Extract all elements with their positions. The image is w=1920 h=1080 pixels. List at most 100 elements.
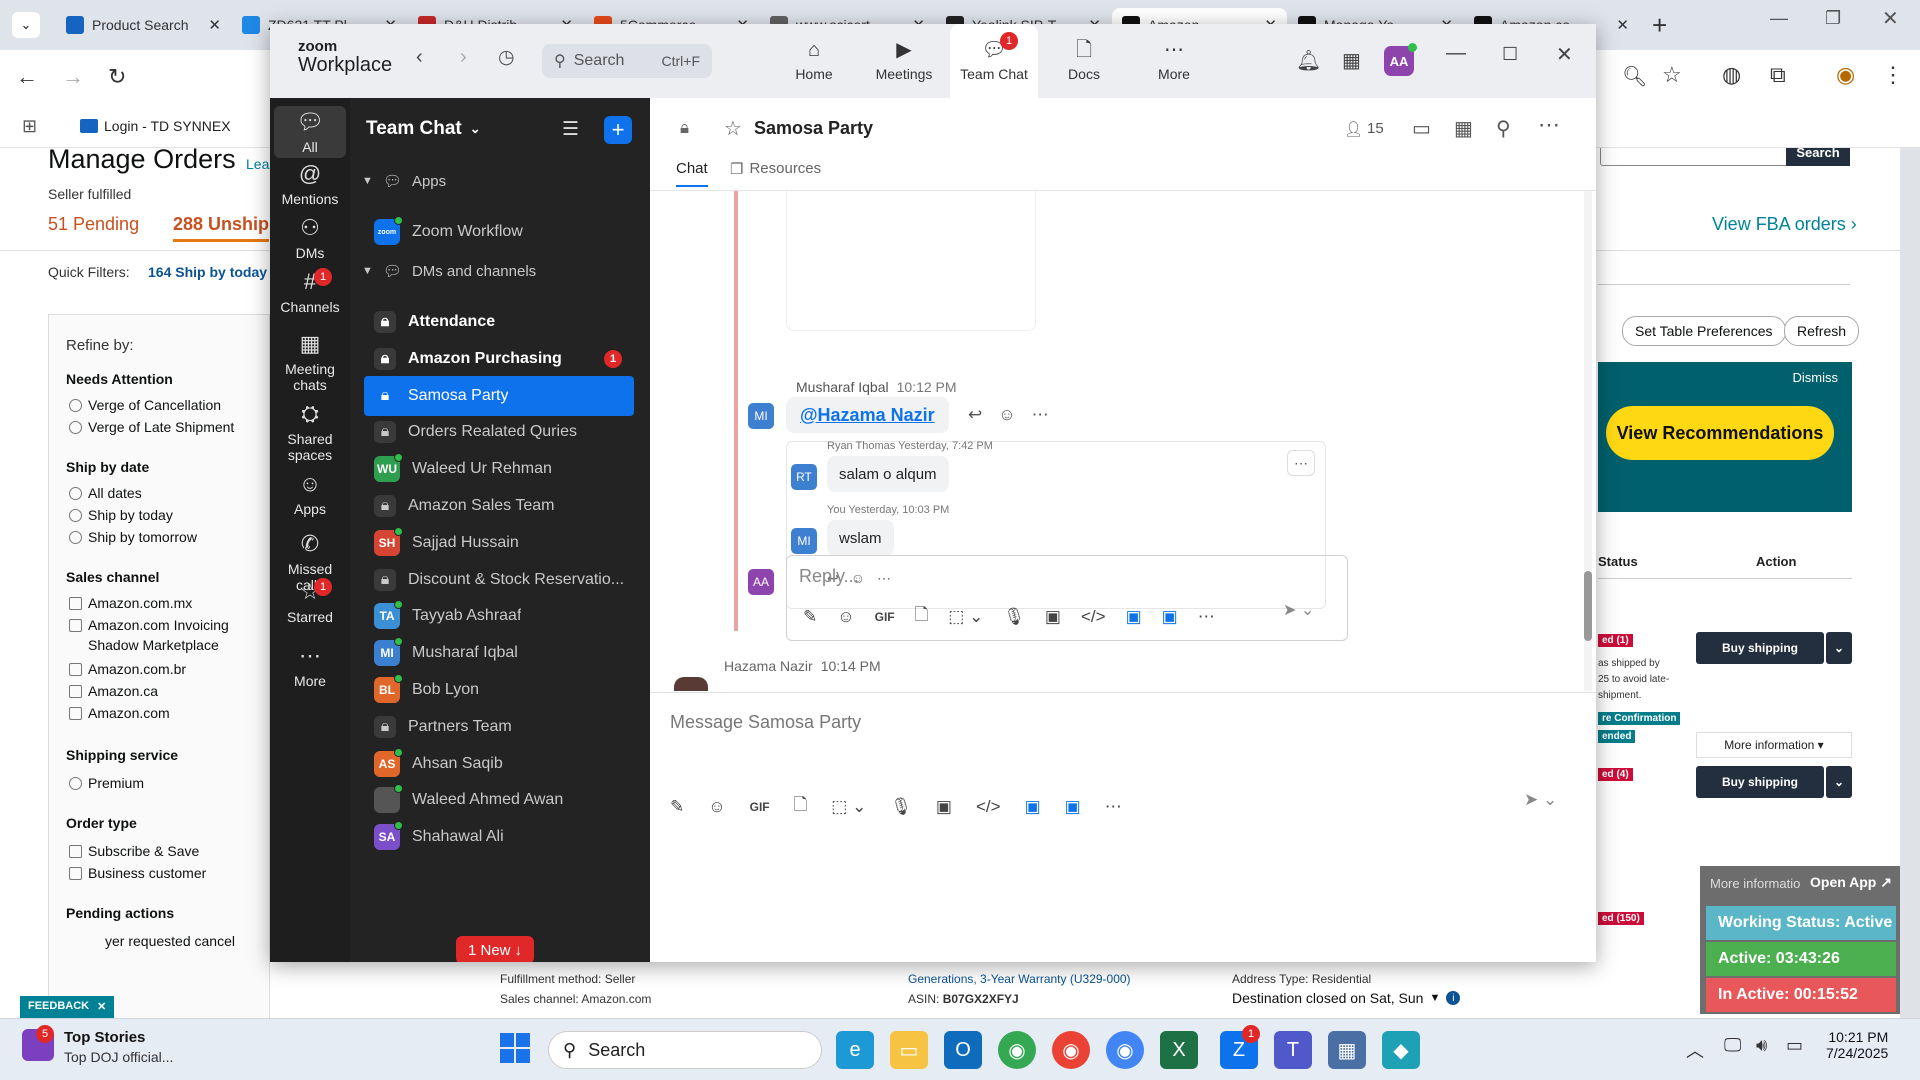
quick-filter-ship-today[interactable]: 164 Ship by today [148,264,267,280]
zoom-lens-icon[interactable]: 🔍︎ [1622,64,1647,89]
app-icon[interactable]: ▣ [1065,797,1081,817]
bookmark-td-synnex[interactable]: Login - TD SYNNEX [80,118,231,134]
emoji-icon[interactable]: ☺ [708,797,725,817]
tab-team-chat[interactable]: 💬︎ Team Chat 1 [950,24,1038,98]
search-icon[interactable]: ⚲ [1496,116,1511,141]
checkbox-amazon-com[interactable]: Amazon.com [69,705,170,721]
rail-item-meeting-chats[interactable]: ▦ Meeting chats [270,332,350,394]
forward-icon[interactable]: › [460,46,467,69]
tab-list-button[interactable]: ⌄ [12,12,40,38]
rail-item-shared-spaces[interactable]: ⛭ Shared spaces [270,402,350,464]
app-icon[interactable]: ▣ [1162,607,1178,627]
checkbox-amazon-invoicing[interactable]: Amazon.com Invoicing Shadow Marketplace [69,615,265,655]
tab-meetings[interactable]: ▶ Meetings [860,24,948,98]
new-chat-button[interactable]: + [604,116,632,144]
reply-input[interactable]: Reply... [799,566,859,587]
close-window-icon[interactable]: ✕ [1882,6,1899,31]
tab-chat[interactable]: Chat [676,160,708,187]
add-reaction-icon[interactable]: ☺ [998,405,1015,425]
mic-icon[interactable]: 🎙︎ [1003,607,1025,627]
unshipped-tab[interactable]: 288 Unship [173,214,270,242]
news-subtitle[interactable]: Top DOJ official... [64,1049,173,1065]
battery-icon[interactable]: ▭ [1786,1035,1803,1056]
more-information-button[interactable]: More information ▾ [1696,732,1852,758]
checkbox-buyer-requested-cancel[interactable]: yer requested cancel [105,933,235,949]
back-icon[interactable]: ← [16,64,38,90]
reply-icon[interactable]: ↩ [968,405,982,425]
rail-item-more[interactable]: ⋯ More [270,644,350,690]
news-title[interactable]: Top Stories [64,1029,145,1046]
bell-icon[interactable]: 🔔︎ [1296,48,1321,73]
reply-box[interactable]: Reply... ✎ ☺ GIF 🗋︎ ⬚ ⌄ 🎙︎ ▣ </> ▣ ▣ ⋯ ➤… [786,555,1348,641]
chevron-down-icon[interactable]: ⌄ [1826,766,1852,798]
mic-icon[interactable]: 🎙︎ [890,797,912,817]
code-icon[interactable]: </> [976,797,1001,817]
channel-item[interactable]: 🔒︎ Amazon Sales Team [364,486,634,526]
excel-icon[interactable]: X [1160,1031,1198,1069]
channel-item[interactable]: 🔒︎ Partners Team [364,707,634,747]
more-icon[interactable]: ⋯ [1538,112,1560,138]
radio-ship-tomorrow[interactable]: Ship by tomorrow [69,529,197,545]
tab-resources[interactable]: ❐ Resources [730,160,821,178]
rail-item-channels[interactable]: # Channels 1 [270,268,350,315]
channel-item[interactable]: 🔒︎ Discount & Stock Reservatio... [364,560,634,600]
network-icon[interactable]: 🖵︎ [1724,1035,1741,1056]
start-icon[interactable] [500,1033,530,1063]
radio-premium[interactable]: Premium [69,775,144,791]
app-icon[interactable]: ▣ [1126,607,1142,627]
set-table-preferences-button[interactable]: Set Table Preferences [1622,316,1786,346]
gif-button[interactable]: GIF [750,800,770,814]
menu-icon[interactable]: ⋮ [1882,62,1904,88]
mention-link[interactable]: @Hazama Nazir [786,397,949,433]
learn-link[interactable]: Lea [246,156,269,172]
chrome-profile-icon[interactable]: ◉ [1106,1031,1144,1069]
channel-item[interactable]: 🔒︎ Amazon Purchasing 1 [364,339,634,379]
close-tab-icon[interactable]: ✕ [208,16,221,34]
checkbox-amazon-br[interactable]: Amazon.com.br [69,661,186,677]
channel-item[interactable]: Waleed Ahmed Awan [364,780,634,820]
rail-item-apps[interactable]: ☺ Apps [270,472,350,518]
back-icon[interactable]: ‹ [416,46,423,69]
radio-verge-late-shipment[interactable]: Verge of Late Shipment [69,419,234,435]
tab-docs[interactable]: 🗋︎ Docs [1040,24,1128,98]
history-icon[interactable]: ◷ [498,46,515,69]
bookmark-star-icon[interactable]: ☆ [1662,62,1682,88]
rail-item-mentions[interactable]: @ Mentions [270,162,350,208]
chevron-down-icon[interactable]: ⌄ [1826,632,1852,664]
buy-shipping-button[interactable]: Buy shipping [1696,766,1824,798]
video-clip-icon[interactable]: ▣ [1045,607,1061,627]
file-explorer-icon[interactable]: ▭ [890,1031,928,1069]
extensions-icon[interactable]: ⧉ [1770,62,1786,88]
video-icon[interactable]: ▭ [1412,116,1431,141]
format-icon[interactable]: ✎ [670,797,684,817]
news-widget-icon[interactable]: 5 [22,1025,54,1061]
chrome-profile-icon[interactable]: ◉ [1052,1031,1090,1069]
open-app-link[interactable]: Open App ↗ [1810,874,1892,891]
translate-icon[interactable]: ◍ [1722,62,1741,88]
channel-item[interactable]: TA Tayyab Ashraaf [364,596,634,636]
channel-item[interactable]: 🔒︎ Attendance [364,302,634,342]
volume-icon[interactable]: 🔊︎ [1756,1035,1767,1056]
channel-item[interactable]: 🔒︎ Samosa Party [364,375,634,416]
checkbox-amazon-mx[interactable]: Amazon.com.mx [69,595,192,611]
apps-section-header[interactable]: ▼ 💬︎ Apps [362,172,446,191]
rail-item-dms[interactable]: ⚇ DMs [270,216,350,262]
minimize-icon[interactable]: — [1770,8,1788,29]
minimize-icon[interactable]: — [1446,42,1466,65]
tab-more[interactable]: ⋯ More [1130,24,1218,98]
app-icon[interactable]: ◆ [1382,1031,1420,1069]
dms-section-header[interactable]: ▼ 💬︎ DMs and channels [362,262,536,281]
channel-item[interactable]: BL Bob Lyon [364,670,634,710]
product-title-link[interactable]: Generations, 3-Year Warranty (U329-000) [908,972,1131,986]
send-icon[interactable]: ➤ ⌄ [1283,600,1314,620]
info-icon[interactable]: i [1446,991,1461,1005]
feedback-button[interactable]: FEEDBACK ✕ [20,996,115,1018]
app-zoom-workflow[interactable]: zoom Zoom Workflow [364,212,634,252]
zoom-search-box[interactable]: ⚲ Search Ctrl+F [542,44,712,78]
video-clip-icon[interactable]: ▣ [936,797,952,817]
pending-tab[interactable]: 51 Pending [48,214,139,235]
radio-verge-cancellation[interactable]: Verge of Cancellation [69,397,221,413]
checkbox-amazon-ca[interactable]: Amazon.ca [69,683,158,699]
screenshot-icon[interactable]: ⬚ ⌄ [948,607,983,627]
forward-icon[interactable]: → [62,64,84,90]
